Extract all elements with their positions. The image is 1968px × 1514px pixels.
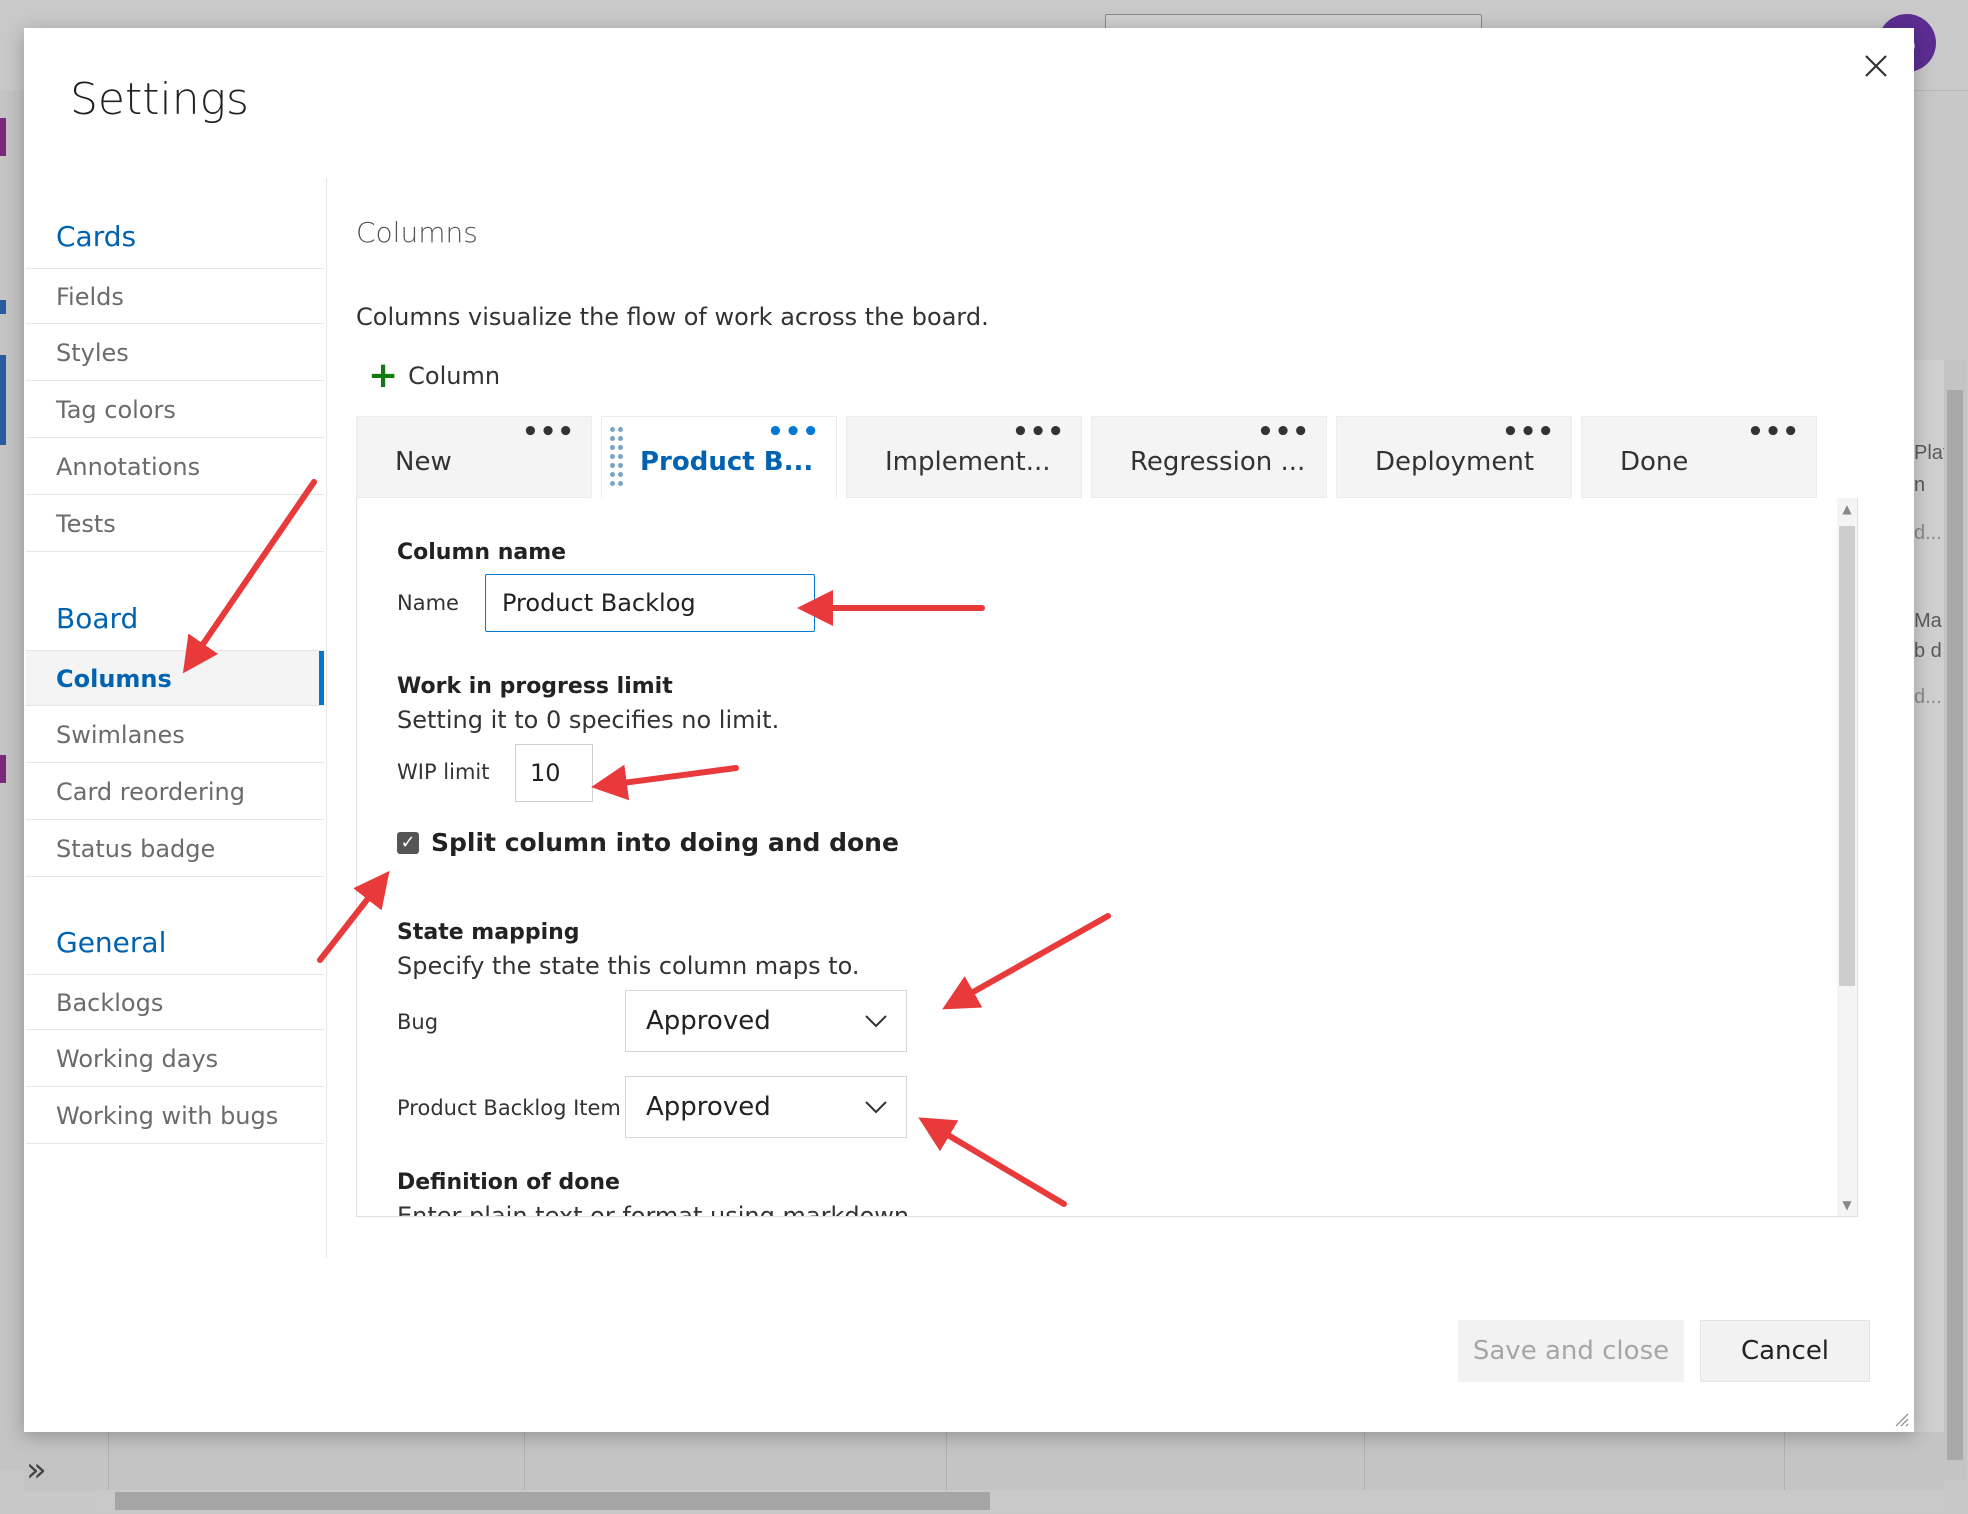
state-mapping-description: Specify the state this column maps to. (397, 952, 860, 980)
background-card-text: d... (1914, 686, 1942, 708)
background-nav-marker (0, 118, 6, 156)
sidebar-item-working-with-bugs[interactable]: Working with bugs (26, 1088, 324, 1144)
sidebar-item-backlogs[interactable]: Backlogs (26, 974, 324, 1030)
background-nav-marker (0, 355, 6, 445)
sidebar-section-general: General (56, 926, 167, 959)
dialog-title: Settings (70, 74, 249, 125)
background-nav-marker (0, 300, 6, 314)
sidebar-item-tests[interactable]: Tests (26, 496, 324, 552)
tab-regression[interactable]: Regression ... ••• (1091, 416, 1327, 498)
background-card-text: b d (1914, 640, 1942, 662)
more-options-icon[interactable]: ••• (1012, 417, 1065, 447)
sidebar-item-tag-colors[interactable]: Tag colors (26, 382, 324, 438)
tab-label: Regression ... (1130, 447, 1306, 477)
dropdown-value: Approved (646, 1092, 771, 1122)
pbi-state-dropdown[interactable]: Approved (625, 1076, 907, 1138)
scroll-up-icon[interactable]: ▲ (1837, 502, 1857, 516)
more-options-icon[interactable]: ••• (1257, 417, 1310, 447)
wip-description: Setting it to 0 specifies no limit. (397, 706, 780, 734)
split-column-label: Split column into doing and done (431, 828, 899, 857)
page-description: Columns visualize the flow of work acros… (356, 303, 989, 331)
add-column-label: Column (408, 362, 501, 390)
wip-label: WIP limit (397, 760, 490, 784)
background-card-text: n (1914, 474, 1926, 496)
tab-deployment[interactable]: Deployment ••• (1336, 416, 1572, 498)
tab-new[interactable]: New ••• (356, 416, 592, 498)
background-column-divider (946, 1432, 947, 1492)
panel-scrollbar[interactable]: ▲ ▼ (1837, 498, 1857, 1216)
background-horizontal-scrollbar[interactable] (95, 1490, 1945, 1512)
expand-sidebar-icon[interactable]: » (26, 1450, 47, 1490)
bug-label: Bug (397, 1010, 439, 1034)
column-name-input[interactable] (485, 574, 815, 632)
wip-heading: Work in progress limit (397, 674, 673, 699)
sidebar-item-columns[interactable]: Columns (26, 650, 324, 706)
dropdown-value: Approved (646, 1006, 771, 1036)
background-column-divider (108, 1432, 109, 1492)
tab-label: Deployment (1375, 447, 1535, 477)
tab-label: New (395, 447, 452, 477)
background-card-text: Ma (1914, 610, 1942, 632)
sidebar-item-status-badge[interactable]: Status badge (26, 821, 324, 877)
more-options-icon[interactable]: ••• (767, 417, 820, 447)
background-column-divider (1364, 1432, 1365, 1492)
column-settings-panel: Column name Name Work in progress limit … (356, 498, 1858, 1217)
save-and-close-button[interactable]: Save and close (1458, 1320, 1684, 1382)
more-options-icon[interactable]: ••• (1747, 417, 1800, 447)
sidebar-item-annotations[interactable]: Annotations (26, 439, 324, 495)
sidebar-item-swimlanes[interactable]: Swimlanes (26, 707, 324, 763)
scroll-down-icon[interactable]: ▼ (1837, 1198, 1857, 1212)
close-icon[interactable] (1854, 44, 1898, 88)
pbi-label: Product Backlog Item (397, 1096, 621, 1120)
tab-label: Done (1620, 447, 1689, 477)
cancel-button[interactable]: Cancel (1700, 1320, 1870, 1382)
sidebar-item-card-reordering[interactable]: Card reordering (26, 764, 324, 820)
sidebar-divider (326, 178, 327, 1258)
more-options-icon[interactable]: ••• (522, 417, 575, 447)
definition-of-done-description: Enter plain text or format using markdow… (397, 1202, 917, 1217)
bug-state-dropdown[interactable]: Approved (625, 990, 907, 1052)
background-board-footer (24, 1432, 1944, 1492)
settings-dialog: Settings Cards Fields Styles Tag colors … (24, 28, 1914, 1432)
definition-of-done-heading: Definition of done (397, 1170, 620, 1195)
state-mapping-heading: State mapping (397, 920, 580, 945)
plus-icon: + (368, 355, 399, 396)
add-column-button[interactable]: + Column (368, 355, 501, 396)
drag-handle-icon[interactable] (610, 427, 628, 487)
scrollbar-thumb[interactable] (1839, 526, 1855, 986)
checkbox-checked-icon[interactable]: ✓ (397, 831, 419, 854)
background-vertical-scrollbar[interactable] (1944, 360, 1966, 1480)
sidebar-item-styles[interactable]: Styles (26, 325, 324, 381)
more-options-icon[interactable]: ••• (1502, 417, 1555, 447)
scrollbar-thumb[interactable] (115, 1492, 990, 1510)
sidebar-item-working-days[interactable]: Working days (26, 1031, 324, 1087)
split-column-checkbox[interactable]: ✓ Split column into doing and done (397, 828, 899, 857)
chevron-down-icon (865, 1015, 887, 1028)
page-title: Columns (356, 216, 478, 249)
background-nav-marker (0, 755, 6, 783)
sidebar-item-fields[interactable]: Fields (26, 268, 324, 324)
sidebar-section-cards: Cards (56, 220, 137, 253)
background-card-text: d... (1914, 522, 1942, 544)
sidebar-section-board: Board (56, 602, 139, 635)
background-column-divider (524, 1432, 525, 1492)
tab-product-backlog[interactable]: Product B... ••• (601, 416, 837, 498)
background-column-divider (1784, 1432, 1785, 1492)
tab-label: Product B... (640, 447, 814, 477)
tab-implement[interactable]: Implement... ••• (846, 416, 1082, 498)
tab-done[interactable]: Done ••• (1581, 416, 1817, 498)
wip-limit-input[interactable] (515, 744, 593, 802)
chevron-down-icon (865, 1101, 887, 1114)
resize-grip-icon[interactable] (1892, 1410, 1910, 1428)
name-label: Name (397, 591, 459, 615)
column-name-heading: Column name (397, 540, 567, 565)
scrollbar-thumb[interactable] (1947, 390, 1963, 1460)
tab-label: Implement... (885, 447, 1051, 477)
